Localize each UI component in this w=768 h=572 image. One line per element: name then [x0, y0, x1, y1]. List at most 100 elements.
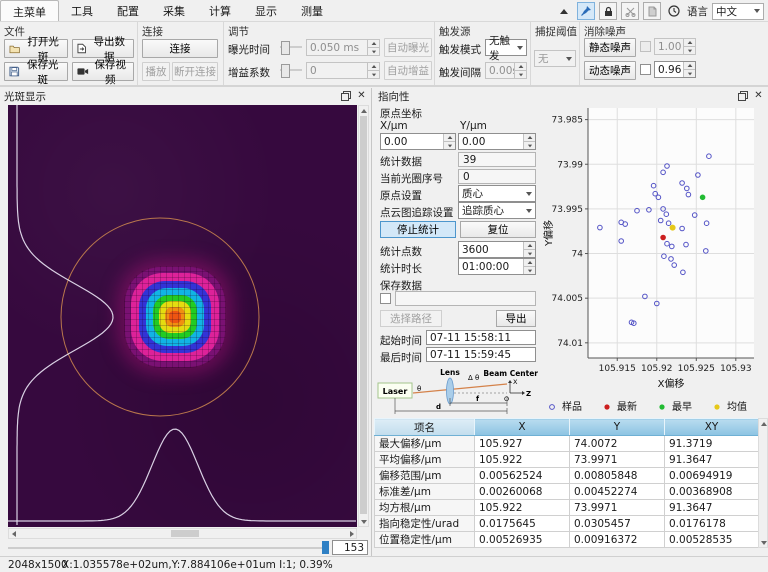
- stats-points-spinbox[interactable]: 3600: [458, 241, 536, 258]
- svg-text:73.985: 73.985: [552, 116, 584, 126]
- table-header-cell[interactable]: X: [475, 419, 570, 436]
- save-icon: [9, 66, 20, 77]
- table-cell: 105.922: [475, 452, 570, 468]
- legend-marker: [604, 404, 609, 409]
- chevron-down-icon: [754, 9, 760, 13]
- trigger-mode-select[interactable]: 无触发: [485, 39, 527, 56]
- svg-text:O: O: [504, 395, 509, 403]
- save-video-button[interactable]: 保存视频: [72, 62, 134, 81]
- mean-point: [670, 225, 676, 231]
- spot-panel-title: 光斑显示: [4, 89, 46, 104]
- stats-duration-spinbox[interactable]: 01:00:00: [458, 258, 536, 275]
- table-cell: 0.00528535: [665, 532, 759, 548]
- pin-icon[interactable]: [577, 2, 595, 20]
- static-noise-spinbox[interactable]: 1.00: [654, 38, 696, 55]
- save-spot-button[interactable]: 保存光斑: [4, 62, 68, 81]
- origin-x-label: X/μm: [380, 120, 408, 132]
- language-select[interactable]: 中文: [712, 3, 764, 20]
- svg-text:105.92: 105.92: [641, 364, 673, 374]
- dynamic-noise-checkbox[interactable]: [640, 64, 651, 75]
- threshold-select[interactable]: 无: [534, 50, 576, 67]
- dynamic-noise-button[interactable]: 动态噪声: [584, 61, 636, 80]
- legend-marker: [550, 405, 555, 410]
- language-label: 语言: [687, 4, 708, 19]
- open-spot-button[interactable]: 打开光斑: [4, 39, 68, 58]
- disconnect-button[interactable]: 断开连接: [172, 62, 218, 81]
- table-cell: 指向稳定性/urad: [375, 516, 475, 532]
- table-row: 标准差/μm0.002600680.004522740.00368908: [375, 484, 759, 500]
- cursor-readout: X:1.035578e+02um,Y:7.884106e+01um I:1; 0…: [62, 559, 333, 571]
- image-vertical-scrollbar[interactable]: [358, 105, 369, 527]
- trace-setting-select[interactable]: 追踪质心: [458, 202, 536, 219]
- table-cell: 0.00526935: [475, 532, 570, 548]
- display-scale-slider-handle[interactable]: [322, 541, 329, 554]
- stats-points-label: 统计点数: [380, 244, 422, 259]
- reset-button[interactable]: 复位: [460, 221, 536, 238]
- table-row: 最大偏移/μm105.92774.007291.3719: [375, 436, 759, 452]
- display-scale-value[interactable]: 153: [332, 540, 368, 555]
- table-header-cell[interactable]: 项名: [375, 419, 475, 436]
- dynamic-noise-spinbox[interactable]: 0.96: [654, 61, 696, 78]
- svg-text:105.915: 105.915: [599, 364, 636, 374]
- svg-text:f: f: [476, 395, 480, 403]
- table-cell: 平均偏移/μm: [375, 452, 475, 468]
- export-button[interactable]: 导出: [496, 310, 536, 327]
- static-noise-button[interactable]: 静态噪声: [584, 38, 636, 57]
- float-panel-icon[interactable]: [337, 88, 352, 102]
- vertical-profile-curve: [17, 105, 113, 525]
- menu-tab[interactable]: 计算: [197, 0, 243, 21]
- origin-setting-select[interactable]: 质心: [458, 185, 536, 202]
- chevron-down-icon: [517, 46, 523, 50]
- beam-image-canvas[interactable]: [8, 105, 357, 527]
- exposure-spinbox[interactable]: 0.050 ms: [306, 39, 380, 56]
- svg-text:73.995: 73.995: [552, 205, 584, 215]
- static-noise-checkbox[interactable]: [640, 41, 651, 52]
- origin-y-spinbox[interactable]: 0.00: [458, 133, 536, 150]
- gain-slider[interactable]: [280, 63, 302, 77]
- display-scale-slider[interactable]: [8, 547, 326, 549]
- table-header-cell[interactable]: XY: [665, 419, 759, 436]
- table-cell: 74.0072: [570, 436, 665, 452]
- play-button[interactable]: 播放: [142, 62, 170, 81]
- spot-display-panel: 光斑显示 ✕ 153: [0, 88, 372, 556]
- y-axis-label: Y偏移: [542, 220, 555, 247]
- table-header-cell[interactable]: Y: [570, 419, 665, 436]
- exposure-slider[interactable]: [280, 40, 302, 54]
- auto-exposure-button[interactable]: 自动曝光: [384, 38, 432, 57]
- collapse-ribbon-icon[interactable]: [555, 2, 573, 20]
- pointing-panel-title: 指向性: [378, 89, 410, 104]
- export-data-button[interactable]: 导出数据: [72, 39, 134, 58]
- lock-icon[interactable]: [599, 2, 617, 20]
- menu-tab[interactable]: 配置: [105, 0, 151, 21]
- save-data-checkbox[interactable]: [380, 293, 391, 304]
- save-path-field[interactable]: [395, 291, 536, 306]
- end-time-value[interactable]: 07-11 15:59:45: [426, 347, 536, 362]
- menu-tab[interactable]: 显示: [243, 0, 289, 21]
- menu-tab[interactable]: 采集: [151, 0, 197, 21]
- trigger-interval-label: 触发间隔: [439, 65, 481, 80]
- table-vertical-scrollbar[interactable]: [758, 418, 768, 548]
- document-icon[interactable]: [643, 2, 661, 20]
- stop-statistics-button[interactable]: 停止统计: [380, 221, 456, 238]
- scissors-icon[interactable]: [621, 2, 639, 20]
- end-time-label: 最后时间: [380, 350, 422, 365]
- trigger-interval-spinbox[interactable]: 0.00s: [485, 62, 527, 79]
- auto-gain-button[interactable]: 自动增益: [384, 61, 432, 80]
- svg-text:105.925: 105.925: [678, 364, 715, 374]
- svg-text:d: d: [436, 403, 441, 411]
- close-panel-icon[interactable]: ✕: [354, 88, 369, 102]
- status-bar: 2048x1500 X:1.035578e+02um,Y:7.884106e+0…: [0, 556, 768, 572]
- horizontal-profile-curve: [8, 429, 356, 521]
- menu-tab[interactable]: 工具: [59, 0, 105, 21]
- choose-path-button[interactable]: 选择路径: [380, 310, 442, 327]
- menu-tab[interactable]: 主菜单: [0, 0, 59, 21]
- gain-spinbox[interactable]: 0: [306, 62, 380, 79]
- start-time-value[interactable]: 07-11 15:58:11: [426, 330, 536, 345]
- legend-marker: [659, 404, 664, 409]
- clock-icon[interactable]: [665, 2, 683, 20]
- connect-button[interactable]: 连接: [142, 39, 218, 58]
- menu-tab[interactable]: 测量: [289, 0, 335, 21]
- image-horizontal-scrollbar[interactable]: [8, 528, 357, 539]
- origin-x-spinbox[interactable]: 0.00: [380, 133, 456, 150]
- chevron-down-icon: [566, 57, 572, 61]
